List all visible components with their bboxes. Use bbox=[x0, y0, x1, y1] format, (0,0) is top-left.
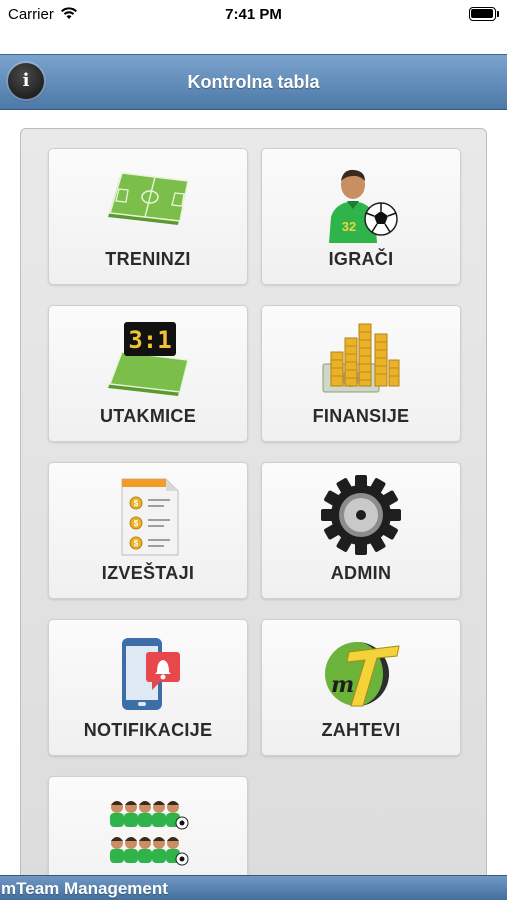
mteam-logo-icon: m bbox=[325, 642, 400, 707]
svg-text:$: $ bbox=[134, 499, 139, 508]
tile-notifikacije[interactable]: NOTIFIKACIJE bbox=[48, 619, 248, 756]
svg-text:$: $ bbox=[134, 519, 139, 528]
report-icon: $ $ $ bbox=[121, 478, 179, 556]
tile-utakmice[interactable]: 3:1 UTAKMICE bbox=[48, 305, 248, 442]
tile-label: ZAHTEVI bbox=[321, 720, 401, 740]
team-icon bbox=[110, 801, 189, 866]
tile-label: FINANSIJE bbox=[312, 406, 410, 426]
tile-finansije[interactable]: FINANSIJE bbox=[261, 305, 461, 442]
footer-title: mTeam Management bbox=[1, 879, 168, 898]
tile-label: TRENINZI bbox=[105, 249, 191, 269]
tile-treninzi[interactable]: TRENINZI bbox=[48, 148, 248, 285]
tile-igraci[interactable]: 32 IGRAČI bbox=[261, 148, 461, 285]
page-title: Kontrolna tabla bbox=[187, 72, 320, 92]
player-number: 32 bbox=[342, 219, 356, 234]
tile-label: IZVEŠTAJI bbox=[101, 563, 195, 583]
tile-label: ADMIN bbox=[330, 563, 392, 583]
coins-icon bbox=[322, 323, 400, 393]
tile-admin[interactable]: ADMIN bbox=[261, 462, 461, 599]
dashboard-panel: TRENINZI 32 IGRAČI 3:1 UTAKMICE FINANSIJ… bbox=[20, 128, 487, 900]
training-field-icon bbox=[108, 172, 189, 225]
status-time: 7:41 PM bbox=[225, 6, 282, 23]
tile-label: IGRAČI bbox=[328, 249, 394, 269]
battery-icon bbox=[469, 7, 499, 21]
footer-bar: mTeam Management bbox=[0, 875, 507, 900]
gear-icon bbox=[321, 475, 401, 555]
status-bar: Carrier 7:41 PM bbox=[0, 0, 507, 30]
svg-text:m: m bbox=[331, 672, 354, 698]
scoreboard-icon: 3:1 bbox=[108, 322, 189, 396]
scoreboard-score: 3:1 bbox=[128, 326, 171, 354]
tile-label: NOTIFIKACIJE bbox=[83, 720, 213, 740]
player-icon: 32 bbox=[329, 169, 398, 243]
svg-text:$: $ bbox=[134, 539, 139, 548]
tile-zahtevi[interactable]: m ZAHTEVI bbox=[261, 619, 461, 756]
phone-notification-icon bbox=[122, 638, 180, 710]
tile-izvestaji[interactable]: $ $ $ IZVEŠTAJI bbox=[48, 462, 248, 599]
navigation-header: i Kontrolna tabla bbox=[0, 54, 507, 110]
tile-label: UTAKMICE bbox=[99, 406, 197, 426]
